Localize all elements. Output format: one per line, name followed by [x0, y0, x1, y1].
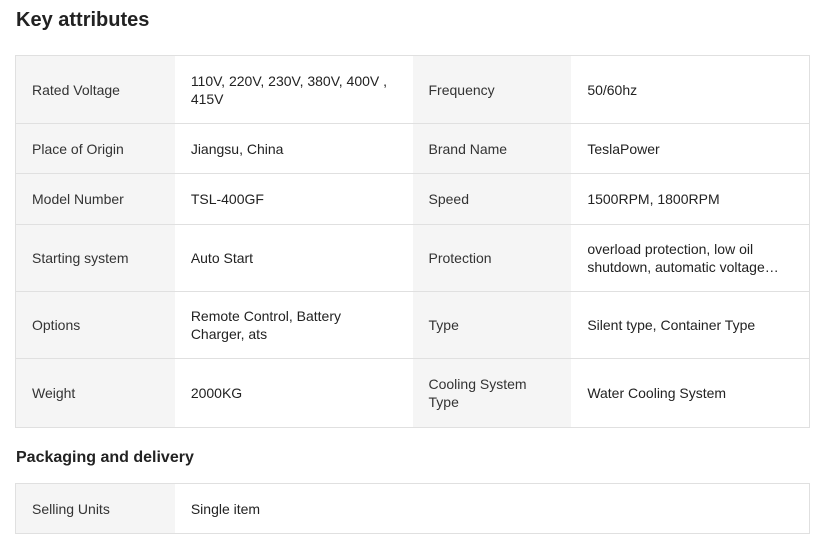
table-row: Starting system Auto Start Protection ov… [16, 225, 809, 292]
attribute-value: Auto Start [174, 225, 413, 291]
attribute-value: TSL-400GF [174, 174, 413, 224]
key-attributes-table: Rated Voltage 110V, 220V, 230V, 380V, 40… [15, 55, 810, 428]
packaging-delivery-title: Packaging and delivery [16, 449, 194, 466]
attribute-value: Silent type, Container Type [571, 292, 809, 358]
attribute-label: Place of Origin [16, 124, 175, 173]
attribute-value: TeslaPower [571, 124, 809, 173]
table-row: Model Number TSL-400GF Speed 1500RPM, 18… [16, 174, 809, 225]
attribute-value: 2000KG [174, 359, 413, 427]
attribute-value: Jiangsu, China [174, 124, 413, 173]
attribute-label: Brand Name [412, 124, 572, 173]
attribute-label: Type [412, 292, 572, 358]
attribute-label: Frequency [412, 56, 572, 123]
attribute-value: overload protection, low oil shutdown, a… [571, 225, 809, 291]
attribute-label: Weight [16, 359, 175, 427]
attribute-label: Speed [412, 174, 572, 224]
attribute-label: Options [16, 292, 175, 358]
table-row: Place of Origin Jiangsu, China Brand Nam… [16, 124, 809, 174]
attribute-value: Single item [174, 484, 809, 533]
packaging-table: Selling Units Single item [15, 483, 810, 534]
attribute-value: 1500RPM, 1800RPM [571, 174, 809, 224]
attribute-label: Selling Units [16, 484, 175, 533]
attribute-value: 50/60hz [571, 56, 809, 123]
attribute-value: 110V, 220V, 230V, 380V, 400V , 415V [174, 56, 413, 123]
attribute-label: Protection [412, 225, 572, 291]
attribute-label: Cooling System Type [412, 359, 572, 427]
key-attributes-title: Key attributes [16, 9, 150, 31]
attribute-label: Rated Voltage [16, 56, 175, 123]
table-row: Weight 2000KG Cooling System Type Water … [16, 359, 809, 427]
attribute-label: Model Number [16, 174, 175, 224]
table-row: Rated Voltage 110V, 220V, 230V, 380V, 40… [16, 56, 809, 124]
table-row: Options Remote Control, Battery Charger,… [16, 292, 809, 359]
table-row: Selling Units Single item [16, 484, 809, 533]
attribute-value: Water Cooling System [571, 359, 809, 427]
attribute-label: Starting system [16, 225, 175, 291]
attribute-value: Remote Control, Battery Charger, ats [174, 292, 413, 358]
